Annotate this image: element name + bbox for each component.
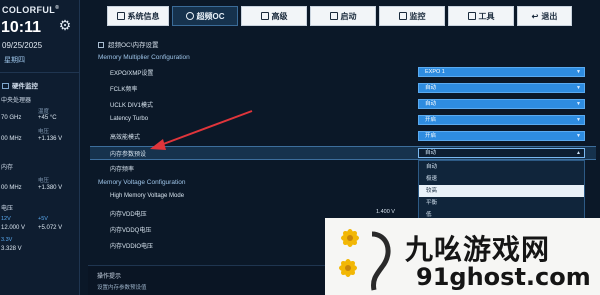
option-extreme[interactable]: 极速 bbox=[419, 173, 584, 185]
back-arrow-icon: ↩ bbox=[531, 11, 539, 21]
monitor-icon bbox=[2, 83, 9, 89]
breadcrumb: 超频OC\内存设置 bbox=[98, 39, 159, 49]
setting-uclk-dropdown[interactable]: 自动 bbox=[418, 99, 585, 109]
setting-memory-preset-dropdown[interactable]: 自动 bbox=[418, 148, 585, 158]
tools-icon bbox=[467, 12, 476, 20]
setting-vddio-label: 内存VDDIO电压 bbox=[110, 244, 154, 250]
cpu-volt-value: +1.136 V bbox=[38, 136, 63, 142]
cpu-temp-value: +45 °C bbox=[38, 115, 57, 121]
brand-logo: COLORFUL® bbox=[2, 5, 60, 15]
setting-vdd-value: 1.400 V bbox=[376, 209, 395, 215]
status-sidebar: COLORFUL® 10:11 ⚙ 09/25/2025 星期四 硬件监控 中央… bbox=[0, 0, 80, 295]
setting-memory-freq-label: 内存频率 bbox=[110, 167, 135, 173]
clock-date: 09/25/2025 bbox=[2, 41, 43, 50]
setting-high-mem-voltage-label: High Memory Voltage Mode bbox=[110, 193, 185, 199]
memory-section-label: 内存 bbox=[1, 165, 14, 171]
setting-high-efficiency-dropdown[interactable]: 开启 bbox=[418, 131, 585, 141]
watermark-site-name: 九吆游戏网 bbox=[405, 233, 551, 266]
clock-time: 10:11 bbox=[1, 19, 42, 36]
top-tab-bar: 系统信息 超频OC 高级 启动 监控 工具 ↩ 退出 bbox=[107, 6, 572, 26]
help-text: 设置内存参数预设值 bbox=[97, 285, 147, 291]
setting-memory-preset-label: 内存参数预设 bbox=[110, 152, 147, 158]
flower-logo-icon bbox=[339, 229, 391, 291]
option-auto[interactable]: 自动 bbox=[419, 161, 584, 173]
setting-vdd-label: 内存VDD电压 bbox=[110, 212, 147, 218]
setting-expo-xmp-dropdown[interactable]: EXPO 1 bbox=[418, 67, 585, 77]
setting-latency-turbo-label: Latency Turbo bbox=[110, 116, 149, 122]
tab-exit[interactable]: ↩ 退出 bbox=[517, 6, 572, 26]
v5-label: +5V bbox=[38, 216, 48, 222]
setting-fclk-dropdown[interactable]: 自动 bbox=[418, 83, 585, 93]
mem-freq-value: 00 MHz bbox=[1, 185, 22, 191]
setting-expo-xmp-label: EXPO/XMP设置 bbox=[110, 71, 154, 77]
setting-uclk-label: UCLK DIV1模式 bbox=[110, 103, 154, 109]
monitor-icon bbox=[398, 12, 407, 20]
setting-latency-turbo-dropdown[interactable]: 开启 bbox=[418, 115, 585, 125]
sliders-icon bbox=[260, 12, 269, 20]
grid-icon bbox=[116, 12, 125, 20]
cpu-temp-label: 温度 bbox=[38, 109, 50, 115]
setting-fclk-label: FCLK频率 bbox=[110, 87, 138, 93]
v5-value: +5.072 V bbox=[38, 225, 63, 231]
cpu-section-label: 中央处理器 bbox=[1, 98, 32, 104]
cpu-bclk-value: 00 MHz bbox=[1, 136, 22, 142]
mem-volt-value: +1.380 V bbox=[38, 185, 63, 191]
tab-system-info[interactable]: 系统信息 bbox=[107, 6, 169, 26]
multiplier-section-title: Memory Multiplier Configuration bbox=[98, 54, 190, 61]
hw-monitor-heading: 硬件监控 bbox=[2, 80, 38, 90]
voltage-section-title: Memory Voltage Configuration bbox=[98, 179, 186, 186]
memory-preset-options: 自动 极速 较高 平衡 低 bbox=[418, 160, 585, 222]
setting-vddq-label: 内存VDDQ电压 bbox=[110, 228, 152, 234]
v33-value: 3.328 V bbox=[1, 246, 22, 252]
cpu-freq-value: 70 GHz bbox=[1, 115, 22, 121]
v33-label: 3.3V bbox=[1, 237, 13, 243]
v12-label: 12V bbox=[1, 216, 11, 222]
setting-high-efficiency-label: 高效能模式 bbox=[110, 135, 141, 141]
v12-value: 12.000 V bbox=[1, 225, 26, 231]
tab-monitor[interactable]: 监控 bbox=[379, 6, 445, 26]
tab-overclock[interactable]: 超频OC bbox=[172, 6, 238, 26]
option-high[interactable]: 较高 bbox=[419, 185, 584, 197]
option-balanced[interactable]: 平衡 bbox=[419, 197, 584, 209]
help-title: 操作提示 bbox=[97, 274, 122, 280]
power-icon bbox=[329, 12, 338, 20]
gear-icon[interactable]: ⚙ bbox=[57, 17, 73, 33]
back-icon[interactable] bbox=[98, 42, 104, 48]
cpu-volt-label: 电压 bbox=[38, 129, 50, 135]
sidebar-divider bbox=[0, 72, 80, 73]
watermark-url: 91ghost.com bbox=[416, 263, 591, 291]
tab-boot[interactable]: 启动 bbox=[310, 6, 376, 26]
gauge-icon bbox=[185, 12, 194, 20]
tab-tools[interactable]: 工具 bbox=[448, 6, 514, 26]
mem-volt-label: 电压 bbox=[38, 178, 50, 184]
tab-advanced[interactable]: 高级 bbox=[241, 6, 307, 26]
clock-weekday: 星期四 bbox=[4, 57, 25, 64]
voltage-section-label: 电压 bbox=[1, 206, 14, 212]
